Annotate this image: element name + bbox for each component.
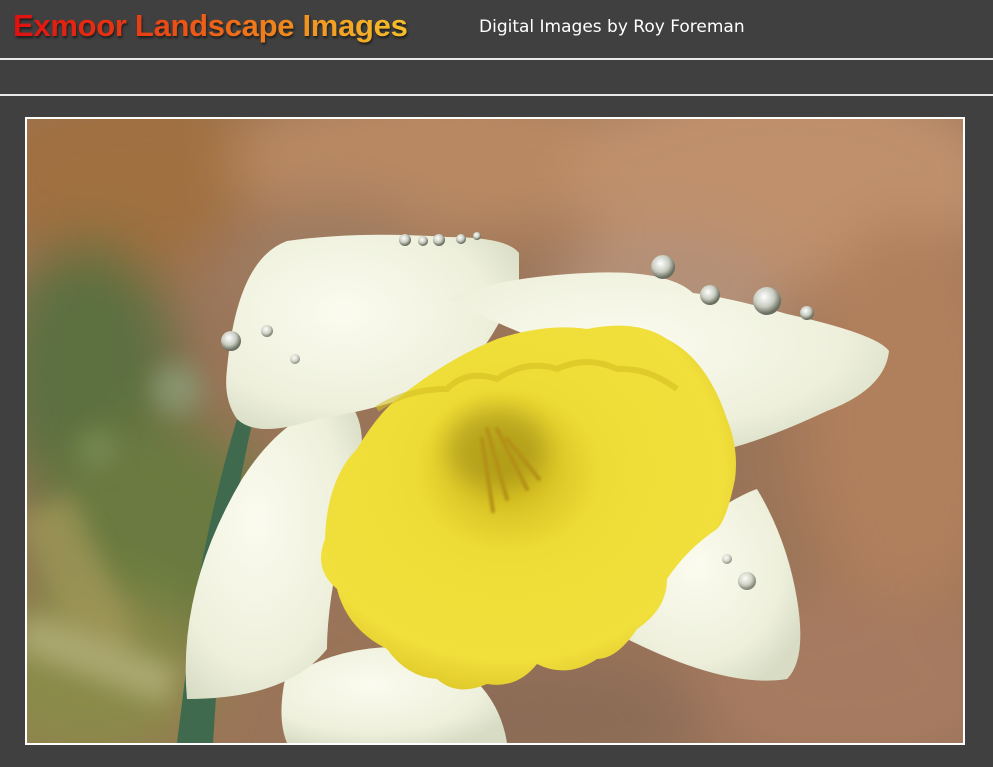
- site-title-link[interactable]: Exmoor Landscape Images: [13, 8, 408, 44]
- site-tagline: Digital Images by Roy Foreman: [479, 17, 745, 37]
- site-header: Exmoor Landscape Images Digital Images b…: [0, 0, 993, 58]
- daffodil-photo-icon: [27, 119, 963, 743]
- header-rule-bottom: [2, 94, 991, 96]
- nav-bar: [0, 60, 993, 94]
- main-photo: [25, 117, 965, 745]
